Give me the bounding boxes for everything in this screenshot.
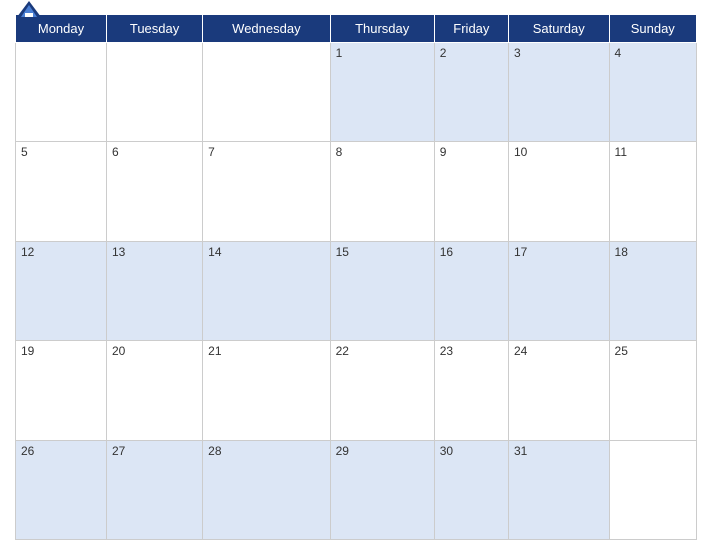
calendar-cell: 22 [330, 341, 434, 440]
calendar-cell: 17 [509, 241, 610, 340]
calendar-cell [106, 43, 202, 142]
calendar-cell: 14 [203, 241, 330, 340]
calendar-cell: 21 [203, 341, 330, 440]
day-number: 8 [336, 145, 343, 159]
weekday-wednesday: Wednesday [203, 15, 330, 43]
calendar-cell: 15 [330, 241, 434, 340]
calendar-cell: 4 [609, 43, 696, 142]
day-number: 20 [112, 344, 125, 358]
calendar-cell: 23 [434, 341, 508, 440]
calendar-week-row: 26 27 28 29 30 31 [16, 440, 697, 539]
day-number: 2 [440, 46, 447, 60]
calendar-cell: 27 [106, 440, 202, 539]
calendar-week-row: 5 6 7 8 9 10 11 [16, 142, 697, 241]
calendar-cell: 18 [609, 241, 696, 340]
day-number: 5 [21, 145, 28, 159]
day-number: 9 [440, 145, 447, 159]
day-number: 17 [514, 245, 527, 259]
calendar-cell: 26 [16, 440, 107, 539]
day-number: 14 [208, 245, 221, 259]
calendar-cell: 5 [16, 142, 107, 241]
day-number: 19 [21, 344, 34, 358]
day-number: 16 [440, 245, 453, 259]
calendar-week-row: 1 2 3 4 [16, 43, 697, 142]
day-number: 1 [336, 46, 343, 60]
calendar-cell: 24 [509, 341, 610, 440]
weekday-tuesday: Tuesday [106, 15, 202, 43]
calendar-cell: 7 [203, 142, 330, 241]
weekday-thursday: Thursday [330, 15, 434, 43]
calendar-cell: 28 [203, 440, 330, 539]
calendar-cell: 8 [330, 142, 434, 241]
calendar-cell: 19 [16, 341, 107, 440]
day-number: 11 [615, 145, 627, 159]
calendar-cell: 3 [509, 43, 610, 142]
day-number: 25 [615, 344, 628, 358]
calendar-cell: 9 [434, 142, 508, 241]
calendar-cell [609, 440, 696, 539]
calendar-cell [203, 43, 330, 142]
calendar-cell: 16 [434, 241, 508, 340]
day-number: 21 [208, 344, 221, 358]
calendar-table: MondayTuesdayWednesdayThursdayFridaySatu… [15, 14, 697, 540]
calendar-cell: 2 [434, 43, 508, 142]
calendar-week-row: 19 20 21 22 23 24 25 [16, 341, 697, 440]
day-number: 31 [514, 444, 527, 458]
calendar-cell: 11 [609, 142, 696, 241]
calendar-cell: 25 [609, 341, 696, 440]
calendar-cell: 29 [330, 440, 434, 539]
calendar-cell [16, 43, 107, 142]
calendar-cell: 10 [509, 142, 610, 241]
day-number: 22 [336, 344, 349, 358]
day-number: 15 [336, 245, 349, 259]
day-number: 12 [21, 245, 34, 259]
calendar-cell: 30 [434, 440, 508, 539]
day-number: 24 [514, 344, 527, 358]
calendar-week-row: 12 13 14 15 16 17 18 [16, 241, 697, 340]
day-number: 10 [514, 145, 527, 159]
day-number: 23 [440, 344, 453, 358]
day-number: 3 [514, 46, 521, 60]
calendar-cell: 31 [509, 440, 610, 539]
day-number: 28 [208, 444, 221, 458]
day-number: 6 [112, 145, 119, 159]
day-number: 30 [440, 444, 453, 458]
day-number: 7 [208, 145, 215, 159]
calendar-cell: 12 [16, 241, 107, 340]
day-number: 18 [615, 245, 628, 259]
weekday-sunday: Sunday [609, 15, 696, 43]
day-number: 13 [112, 245, 125, 259]
logo [15, 0, 46, 21]
logo-icon [15, 0, 43, 21]
weekday-saturday: Saturday [509, 15, 610, 43]
day-number: 4 [615, 46, 622, 60]
day-number: 26 [21, 444, 34, 458]
weekday-friday: Friday [434, 15, 508, 43]
calendar-cell: 20 [106, 341, 202, 440]
weekday-header-row: MondayTuesdayWednesdayThursdayFridaySatu… [16, 15, 697, 43]
calendar-cell: 1 [330, 43, 434, 142]
day-number: 29 [336, 444, 349, 458]
day-number: 27 [112, 444, 125, 458]
calendar-cell: 6 [106, 142, 202, 241]
calendar-cell: 13 [106, 241, 202, 340]
